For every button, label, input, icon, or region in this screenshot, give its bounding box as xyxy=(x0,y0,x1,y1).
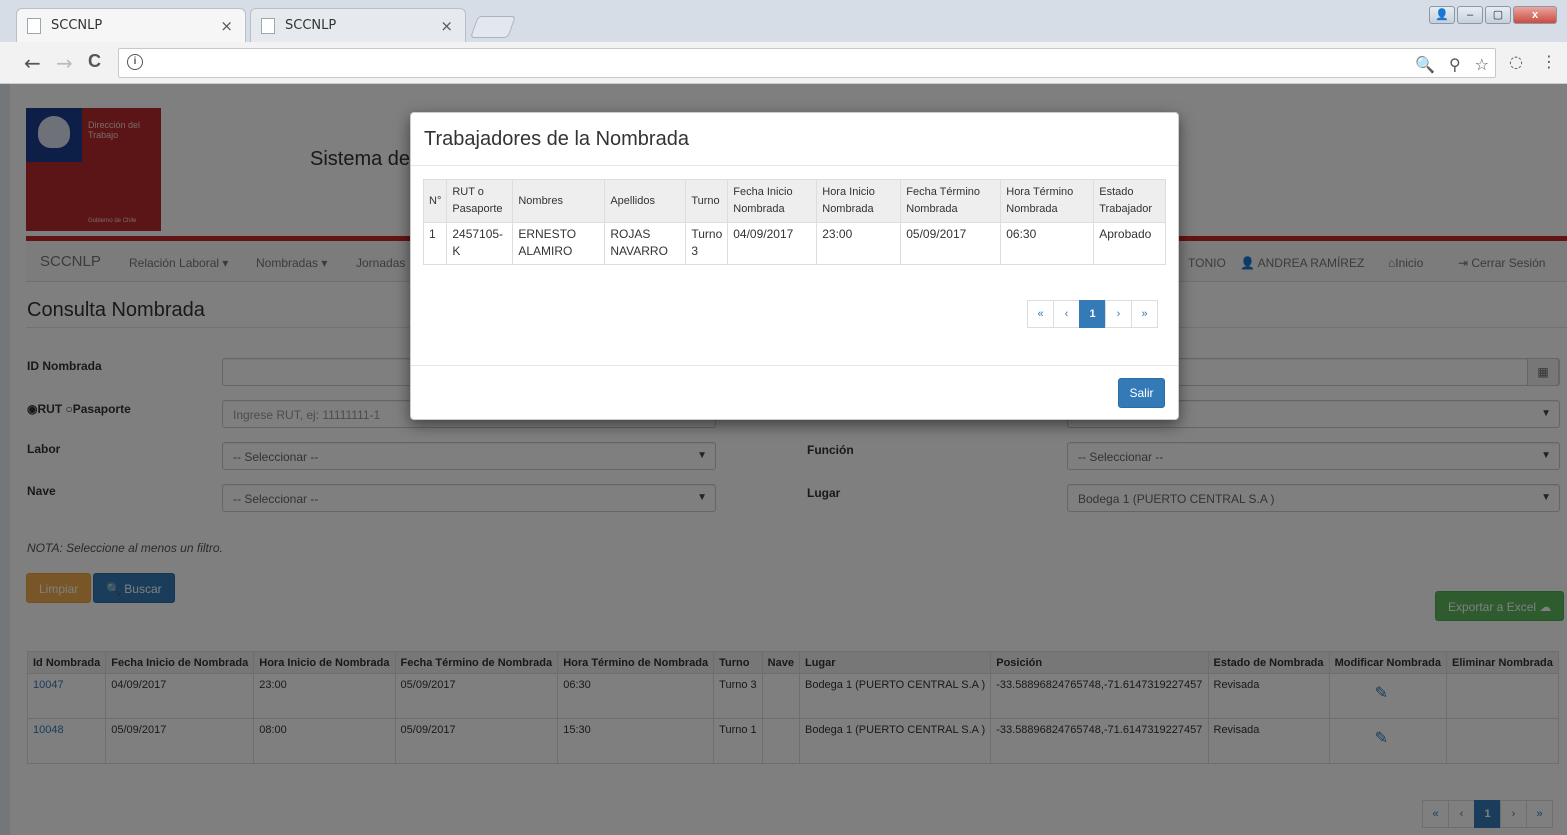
star-icon[interactable]: ☆ xyxy=(1475,55,1489,74)
modal-divider xyxy=(411,165,1178,166)
extension-icon[interactable]: ◌ xyxy=(1509,52,1523,71)
col-header: Nombres xyxy=(512,179,606,223)
table-cell: 1 xyxy=(422,222,448,265)
table-cell: 06:30 xyxy=(1000,222,1095,265)
col-header: RUT o Pasaporte xyxy=(446,179,514,223)
modal-divider xyxy=(411,365,1178,366)
table-cell: Turno 3 xyxy=(685,222,729,265)
col-header: Fecha Inicio Nombrada xyxy=(727,179,818,223)
pin-icon[interactable]: ⚲ xyxy=(1449,55,1461,74)
back-icon[interactable]: ← xyxy=(24,51,41,75)
table-cell: Aprobado xyxy=(1093,222,1166,265)
close-window-button[interactable]: x xyxy=(1513,6,1557,24)
tab-title: SCCNLP xyxy=(51,18,103,33)
col-header: Estado Trabajador xyxy=(1093,179,1166,223)
tab-close-icon[interactable]: × xyxy=(220,17,233,35)
table-cell: 05/09/2017 xyxy=(900,222,1002,265)
tab-close-icon[interactable]: × xyxy=(440,17,453,35)
page-prev-button[interactable]: ‹ xyxy=(1053,300,1080,328)
window-controls: 👤 – ▢ x xyxy=(1429,6,1557,24)
trabajadores-table: N° RUT o Pasaporte Nombres Apellidos Tur… xyxy=(422,179,1166,265)
salir-button[interactable]: Salir xyxy=(1118,378,1165,408)
col-header: Hora Inicio Nombrada xyxy=(816,179,902,223)
user-icon[interactable]: 👤 xyxy=(1429,6,1455,24)
page-last-button[interactable]: » xyxy=(1131,300,1158,328)
table-cell: ROJAS NAVARRO xyxy=(604,222,687,265)
table-row: 1 2457105-K ERNESTO ALAMIRO ROJAS NAVARR… xyxy=(422,222,1166,265)
forward-icon[interactable]: → xyxy=(56,51,73,75)
modal-pagination: « ‹ 1 › » xyxy=(1027,300,1158,328)
modal-title: Trabajadores de la Nombrada xyxy=(424,128,689,150)
favicon-icon xyxy=(27,17,41,34)
tab-title: SCCNLP xyxy=(285,18,337,33)
browser-tab-1[interactable]: SCCNLP × xyxy=(16,8,246,42)
info-icon[interactable]: i xyxy=(127,54,143,70)
browser-tab-2[interactable]: SCCNLP × xyxy=(250,8,466,42)
page-first-button[interactable]: « xyxy=(1027,300,1054,328)
table-cell: 2457105-K xyxy=(446,222,514,265)
zoom-icon[interactable]: 🔍 xyxy=(1415,55,1435,74)
new-tab-button[interactable] xyxy=(469,16,517,38)
maximize-button[interactable]: ▢ xyxy=(1485,6,1511,24)
trabajadores-modal: Trabajadores de la Nombrada N° RUT o Pas… xyxy=(410,112,1179,420)
browser-toolbar: ← → C i 🔍 ⚲ ☆ ◌ ⋮ xyxy=(0,42,1567,84)
browser-chrome: SCCNLP × SCCNLP × 👤 – ▢ x ← → C i 🔍 ⚲ ☆ xyxy=(0,0,1567,84)
reload-icon[interactable]: C xyxy=(88,51,101,72)
address-bar[interactable]: i 🔍 ⚲ ☆ xyxy=(118,48,1496,78)
minimize-button[interactable]: – xyxy=(1457,6,1483,24)
table-cell: 23:00 xyxy=(816,222,902,265)
table-cell: ERNESTO ALAMIRO xyxy=(512,222,606,265)
col-header: Fecha Término Nombrada xyxy=(900,179,1002,223)
col-header: Hora Término Nombrada xyxy=(1000,179,1095,223)
col-header: N° xyxy=(422,179,448,223)
col-header: Apellidos xyxy=(604,179,687,223)
page-current-button[interactable]: 1 xyxy=(1079,300,1106,328)
table-header-row: N° RUT o Pasaporte Nombres Apellidos Tur… xyxy=(422,179,1166,223)
col-header: Turno xyxy=(685,179,729,223)
favicon-icon xyxy=(261,17,275,34)
page-next-button[interactable]: › xyxy=(1105,300,1132,328)
tab-strip: SCCNLP × SCCNLP × 👤 – ▢ x xyxy=(0,0,1567,42)
table-cell: 04/09/2017 xyxy=(727,222,818,265)
menu-icon[interactable]: ⋮ xyxy=(1541,52,1557,71)
